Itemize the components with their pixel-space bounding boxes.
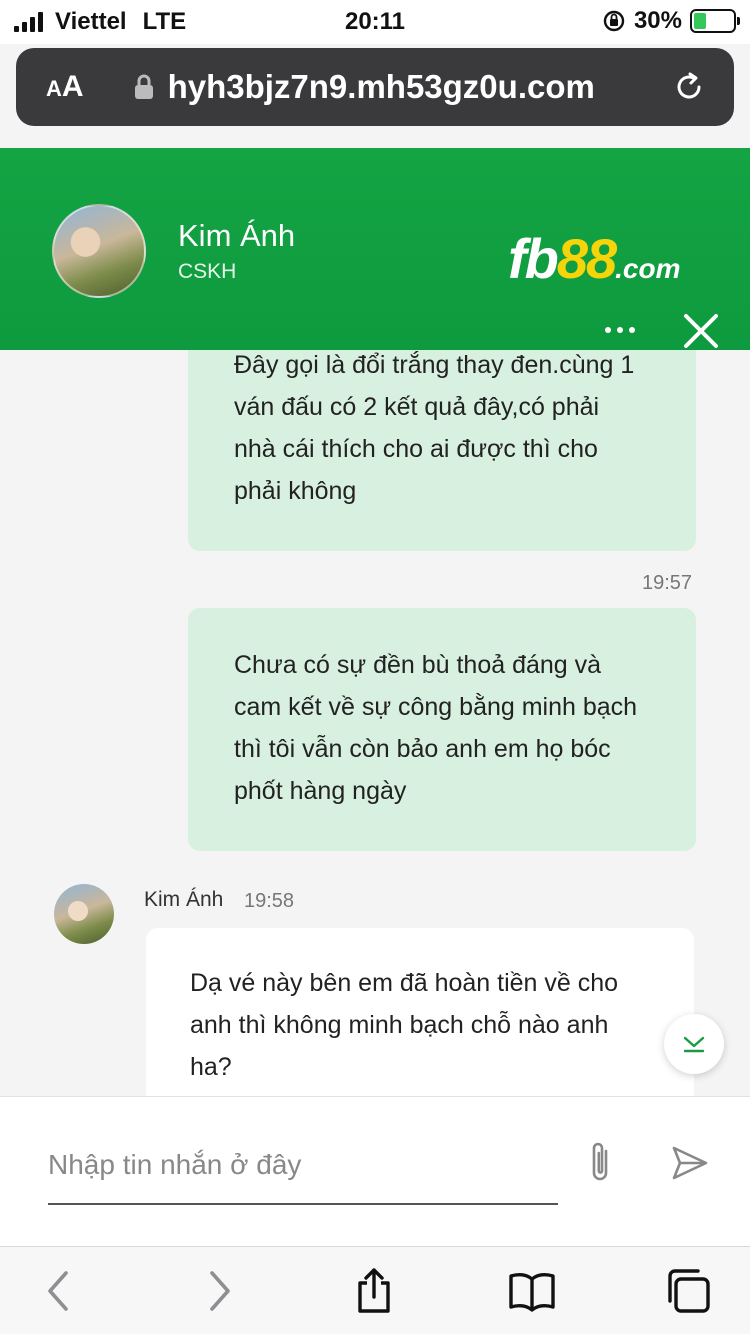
message-line: phải không [234, 477, 357, 505]
chevron-down-icon [683, 1036, 705, 1053]
outgoing-message: Chưa có sự đền bù thoả đáng và cam kết v… [188, 608, 696, 851]
tabs-icon[interactable] [664, 1267, 712, 1315]
bookmarks-icon[interactable] [508, 1267, 556, 1315]
battery-icon [690, 9, 740, 33]
message-line: Đây gọi là đổi trắng thay đen.cùng 1 [234, 351, 635, 379]
agent-avatar [52, 204, 146, 298]
message-line: phốt hàng ngày [234, 777, 407, 805]
message-time: 19:57 [642, 572, 693, 594]
status-right: 30% [602, 7, 740, 35]
message-composer [0, 1096, 750, 1246]
agent-name: Kim Ánh [178, 218, 296, 253]
message-line: thì tôi vẫn còn bảo anh em họ bóc [234, 735, 611, 763]
paperclip-icon[interactable] [584, 1139, 618, 1185]
message-line: Chưa có sự đền bù thoả đáng và [234, 651, 602, 679]
back-icon[interactable] [34, 1267, 82, 1315]
status-bar: Viettel LTE 20:11 30% [0, 0, 750, 44]
more-options-icon[interactable] [600, 320, 640, 340]
orientation-lock-icon [603, 10, 625, 32]
message-input[interactable] [48, 1127, 558, 1205]
close-icon[interactable] [680, 310, 722, 352]
send-icon[interactable] [670, 1143, 710, 1183]
message-line: nhà cái thích cho ai được thì cho [234, 435, 598, 463]
battery-percent: 30% [633, 7, 682, 34]
message-line: ha? [190, 1053, 232, 1081]
message-line: Dạ vé này bên em đã hoàn tiền về cho [190, 969, 619, 997]
sender-name: Kim Ánh [144, 888, 224, 911]
browser-toolbar [0, 1246, 750, 1334]
forward-icon[interactable] [196, 1267, 244, 1315]
outgoing-message: Đây gọi là đổi trắng thay đen.cùng 1 ván… [188, 350, 696, 551]
url-text[interactable]: hyh3bjz7n9.mh53gz0u.com [168, 68, 672, 106]
message-line: cam kết về sự công bằng minh bạch [234, 693, 638, 721]
incoming-message: Dạ vé này bên em đã hoàn tiền về cho anh… [146, 928, 694, 1098]
text-size-button[interactable]: AA [46, 70, 84, 104]
reload-icon[interactable] [672, 70, 706, 104]
address-bar[interactable]: AA hyh3bjz7n9.mh53gz0u.com [16, 48, 734, 126]
message-line: anh thì không minh bạch chỗ nào anh [190, 1011, 609, 1039]
message-line: ván đấu có 2 kết quả đây,có phải [234, 393, 600, 421]
share-icon[interactable] [350, 1267, 398, 1315]
message-time: 19:58 [244, 890, 295, 912]
scroll-to-bottom-button[interactable] [664, 1014, 724, 1074]
agent-avatar-small [54, 884, 114, 944]
brand-logo: fb88.com [508, 227, 681, 290]
lock-icon [134, 74, 153, 99]
agent-role: CSKH [178, 260, 237, 283]
